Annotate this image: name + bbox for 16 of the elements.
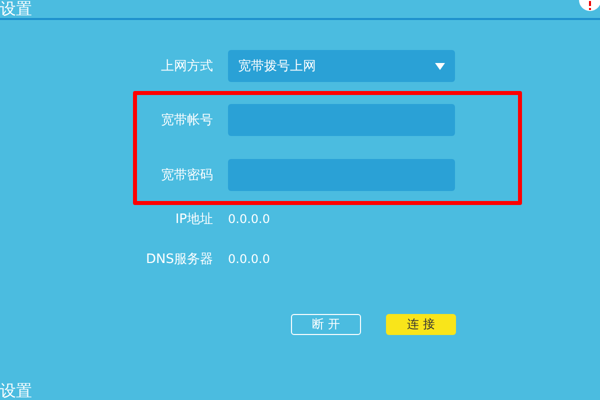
page-title: 设置: [0, 0, 32, 17]
section-title: 设置: [0, 382, 32, 400]
dropdown[interactable]: 宽带拨号上网: [228, 50, 455, 82]
connect-button[interactable]: 连 接: [386, 314, 456, 335]
field-label: 上网方式: [160, 58, 213, 75]
field-label: 宽带帐号: [160, 112, 213, 129]
input-field[interactable]: [228, 104, 455, 136]
field-value: 0.0.0.0: [228, 212, 270, 226]
field-label: DNS服务器: [145, 251, 213, 268]
caret-icon: [435, 62, 445, 70]
input-field[interactable]: [228, 159, 455, 191]
help-icon[interactable]: [578, 0, 600, 11]
disconnect-button[interactable]: 断 开: [291, 314, 361, 335]
field-label: IP地址: [174, 211, 213, 228]
field-label: 宽带密码: [160, 167, 213, 184]
field-value: 0.0.0.0: [228, 252, 270, 266]
